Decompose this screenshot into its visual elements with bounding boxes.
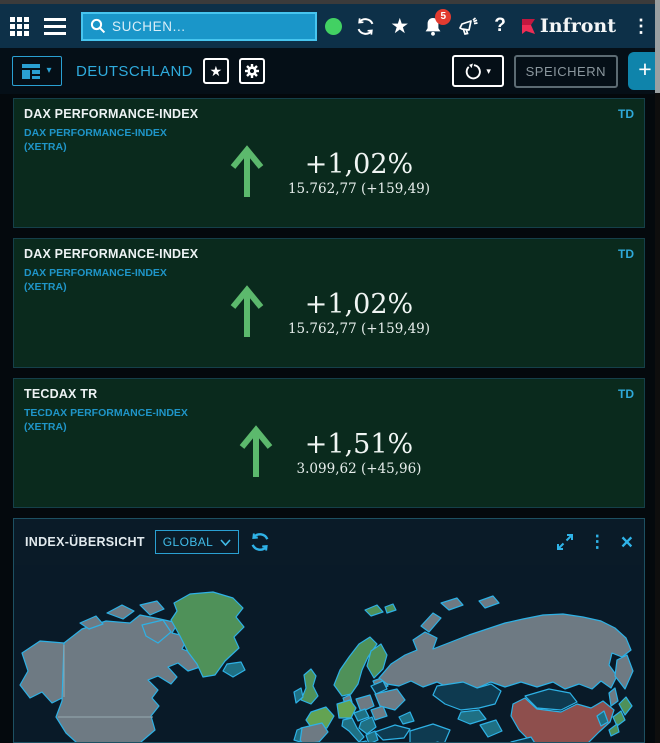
chevron-down-icon: ▾ [486,67,491,76]
index-value: 15.762,77 (+159,49) [288,321,430,337]
app-grid-icon[interactable] [10,17,29,36]
card-title: DAX PERFORMANCE-INDEX [24,107,198,121]
infront-logo: Infront [520,15,616,37]
index-overview-header: INDEX-ÜBERSICHT GLOBAL [14,519,644,565]
announcements-megaphone-icon[interactable] [457,16,480,37]
search-box[interactable] [81,12,317,41]
search-icon [90,18,106,34]
panel-menu-icon[interactable]: ⋮ [589,532,606,552]
up-arrow-icon [228,285,266,341]
search-input[interactable] [112,19,308,34]
restore-layout-button[interactable]: ▾ [452,55,504,87]
region-select-value: GLOBAL [163,535,213,549]
index-card-tecdax[interactable]: TECDAX TR TD TECDAX PERFORMANCE-INDEX (X… [13,378,645,508]
panel-refresh-icon[interactable] [249,531,271,553]
chevron-down-icon [220,539,231,546]
feed-flag: TD [618,107,634,121]
refresh-icon[interactable] [355,16,376,37]
expand-panel-icon[interactable] [556,533,574,551]
up-arrow-icon [237,425,275,481]
close-panel-icon[interactable]: × [621,532,633,553]
brand-name: Infront [540,15,616,37]
vertical-scrollbar[interactable] [655,0,660,743]
favorites-star-icon[interactable]: ★ [390,16,409,37]
card-subtitle-line1: DAX PERFORMANCE-INDEX [24,267,244,281]
notifications-bell-icon[interactable]: 5 [423,16,443,37]
overflow-menu-icon[interactable]: ⋮ [632,16,650,37]
workspace-toolbar: ▾ DEUTSCHLAND ★ ▾ SPEICHERN + [0,48,660,94]
up-arrow-icon [228,145,266,201]
card-subtitle-line1: DAX PERFORMANCE-INDEX [24,127,244,141]
index-card-dax-2[interactable]: DAX PERFORMANCE-INDEX TD DAX PERFORMANCE… [13,238,645,368]
favorite-workspace-button[interactable]: ★ [203,58,229,84]
help-icon[interactable]: ? [494,15,506,37]
feed-flag: TD [618,387,634,401]
index-overview-panel: INDEX-ÜBERSICHT GLOBAL [13,518,645,743]
connection-status-indicator [325,18,342,35]
card-title: TECDAX TR [24,387,97,401]
region-select[interactable]: GLOBAL [155,530,239,554]
layout-selector-button[interactable]: ▾ [12,56,62,86]
world-map[interactable] [14,565,644,742]
workspace-title: DEUTSCHLAND [76,63,193,80]
menu-icon[interactable] [44,18,66,35]
index-card-dax-1[interactable]: DAX PERFORMANCE-INDEX TD DAX PERFORMANCE… [13,98,645,228]
scrollbar-thumb[interactable] [655,0,660,93]
index-value: 15.762,77 (+159,49) [288,181,430,197]
card-subtitle-line1: TECDAX PERFORMANCE-INDEX [24,407,244,421]
undo-history-icon [464,63,481,80]
change-percent: +1,51% [297,429,422,460]
change-percent: +1,02% [288,289,430,320]
chevron-down-icon: ▾ [46,66,51,76]
card-title: DAX PERFORMANCE-INDEX [24,247,198,261]
dashboard-layout-icon [22,64,40,79]
gear-icon [244,63,260,79]
dashboard-content: DAX PERFORMANCE-INDEX TD DAX PERFORMANCE… [0,94,660,743]
index-value: 3.099,62 (+45,96) [297,461,422,477]
top-navigation-bar: ★ 5 ? Infront ⋮ [0,4,660,48]
save-button[interactable]: SPEICHERN [514,55,618,88]
feed-flag: TD [618,247,634,261]
notification-count-badge: 5 [435,9,451,25]
change-percent: +1,02% [288,149,430,180]
star-icon: ★ [210,64,223,78]
workspace-settings-button[interactable] [239,58,265,84]
panel-title: INDEX-ÜBERSICHT [25,535,145,549]
